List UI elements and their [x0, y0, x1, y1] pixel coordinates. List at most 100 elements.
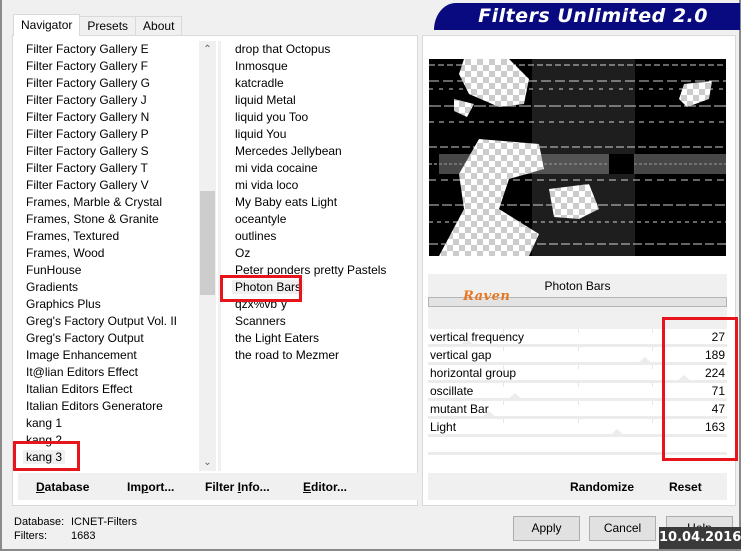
status-filters-value: 1683 — [71, 530, 96, 542]
import-label-post: ort... — [148, 480, 175, 494]
list-item[interactable]: Gradients — [13, 279, 199, 296]
list-item-label: mi vida loco — [235, 178, 299, 192]
slider-tick — [578, 383, 579, 387]
list-item-label: Graphics Plus — [26, 297, 101, 311]
list-item[interactable]: Image Enhancement — [13, 347, 199, 364]
list-item-label: Frames, Stone & Granite — [26, 212, 159, 226]
list-item[interactable]: oceantyle — [222, 211, 417, 228]
list-item[interactable]: the road to Mezmer — [222, 347, 417, 364]
author-logo: Raven — [463, 289, 511, 304]
highlight-box-category — [13, 441, 80, 471]
list-item[interactable]: Mercedes Jellybean — [222, 143, 417, 160]
param-name: oscillate — [430, 384, 474, 398]
list-item[interactable]: katcradle — [222, 75, 417, 92]
tab-presets[interactable]: Presets — [79, 16, 137, 36]
list-item[interactable]: Graphics Plus — [13, 296, 199, 313]
highlight-box-filter — [220, 275, 302, 302]
slider-tick — [503, 401, 504, 405]
list-item[interactable]: Filter Factory Gallery E — [13, 41, 199, 58]
list-item[interactable]: Oz — [222, 245, 417, 262]
list-item[interactable]: Italian Editors Generatore — [13, 398, 199, 415]
list-item[interactable]: It@lian Editors Effect — [13, 364, 199, 381]
list-item-label: Frames, Wood — [26, 246, 105, 260]
list-item-label: Image Enhancement — [26, 348, 137, 362]
list-item[interactable]: FunHouse — [13, 262, 199, 279]
list-item[interactable]: liquid you Too — [222, 109, 417, 126]
database-button[interactable]: Database — [36, 480, 89, 494]
filter-list[interactable]: drop that Octopus Inmosque katcradle liquid… — [222, 41, 417, 471]
date-stamp-overlay: 10.04.2016 — [659, 527, 741, 549]
tab-about[interactable]: About — [135, 16, 183, 36]
apply-button[interactable]: Apply — [513, 516, 580, 541]
list-item[interactable]: My Baby eats Light — [222, 194, 417, 211]
scroll-down-arrow-icon[interactable]: ⌄ — [199, 454, 216, 471]
list-item[interactable]: Filter Factory Gallery J — [13, 92, 199, 109]
list-item-label: Filter Factory Gallery E — [26, 42, 149, 56]
status-filters-label: Filters: — [14, 530, 47, 542]
list-item-label: drop that Octopus — [235, 42, 331, 56]
randomize-button[interactable]: Randomize — [570, 480, 634, 494]
slider-thumb[interactable] — [636, 357, 654, 365]
list-item[interactable]: Frames, Marble & Crystal — [13, 194, 199, 211]
list-item[interactable]: mi vida loco — [222, 177, 417, 194]
list-item-label: Italian Editors Effect — [26, 382, 133, 396]
list-item[interactable]: Filter Factory Gallery T — [13, 160, 199, 177]
status-database-value: ICNET-Filters — [71, 516, 137, 528]
list-item[interactable]: Italian Editors Effect — [13, 381, 199, 398]
slider-thumb[interactable] — [506, 393, 524, 401]
list-item[interactable]: Filter Factory Gallery S — [13, 143, 199, 160]
scroll-up-arrow-icon[interactable]: ⌃ — [199, 41, 216, 58]
highlight-box-values — [662, 317, 738, 461]
editor-button[interactable]: Editor... — [303, 480, 347, 494]
tab-navigator[interactable]: Navigator — [13, 14, 81, 36]
list-item[interactable]: Filter Factory Gallery V — [13, 177, 199, 194]
reset-button[interactable]: Reset — [669, 480, 702, 494]
slider-tick — [652, 419, 653, 423]
slider-thumb[interactable] — [608, 429, 626, 437]
title-banner: Filters Unlimited 2.0 — [434, 3, 740, 30]
list-item[interactable]: Frames, Textured — [13, 228, 199, 245]
slider-tick — [578, 401, 579, 405]
list-item[interactable]: Filter Factory Gallery P — [13, 126, 199, 143]
list-item-label: Filter Factory Gallery N — [26, 110, 150, 124]
list-item-label: FunHouse — [26, 263, 82, 277]
list-item[interactable]: mi vida cocaine — [222, 160, 417, 177]
slider-tick — [652, 347, 653, 351]
list-item[interactable]: Filter Factory Gallery N — [13, 109, 199, 126]
list-item[interactable]: kang 1 — [13, 415, 199, 432]
list-item[interactable]: liquid Metal — [222, 92, 417, 109]
list-item[interactable]: drop that Octopus — [222, 41, 417, 58]
import-button[interactable]: Import... — [127, 480, 174, 494]
cancel-button[interactable]: Cancel — [589, 516, 656, 541]
scrollbar-thumb[interactable] — [200, 191, 215, 295]
list-item-label: Filter Factory Gallery T — [26, 161, 148, 175]
slider-tick — [503, 383, 504, 387]
navigator-button-bar: Database Import... Filter Info... Editor… — [18, 473, 418, 500]
param-name: mutant Bar — [430, 402, 489, 416]
slider-tick — [578, 365, 579, 369]
filter-button-bar: Randomize Reset — [428, 473, 727, 500]
param-name: Light — [430, 420, 457, 434]
list-item[interactable]: Frames, Wood — [13, 245, 199, 262]
list-item[interactable]: Filter Factory Gallery F — [13, 58, 199, 75]
slider-tick — [578, 347, 579, 351]
list-item[interactable]: Greg's Factory Output Vol. II — [13, 313, 199, 330]
list-item[interactable]: outlines — [222, 228, 417, 245]
list-item-label: liquid Metal — [235, 93, 296, 107]
list-item-label: Filter Factory Gallery V — [26, 178, 149, 192]
slider-tick — [652, 401, 653, 405]
list-item[interactable]: the Light Eaters — [222, 330, 417, 347]
list-item[interactable]: Frames, Stone & Granite — [13, 211, 199, 228]
list-item[interactable]: liquid You — [222, 126, 417, 143]
filter-info-button[interactable]: Filter Info... — [205, 480, 270, 494]
category-scrollbar[interactable]: ⌃ ⌄ — [199, 41, 216, 471]
list-item-label: outlines — [235, 229, 277, 243]
list-item[interactable]: Inmosque — [222, 58, 417, 75]
list-item[interactable]: Filter Factory Gallery G — [13, 75, 199, 92]
category-list[interactable]: Filter Factory Gallery E Filter Factory G… — [13, 41, 199, 471]
app-title: Filters Unlimited 2.0 — [478, 5, 708, 27]
list-item-label: Filter Factory Gallery G — [26, 76, 151, 90]
status-filters: Filters: 1683 — [14, 530, 95, 542]
list-item[interactable]: Scanners — [222, 313, 417, 330]
list-item[interactable]: Greg's Factory Output — [13, 330, 199, 347]
